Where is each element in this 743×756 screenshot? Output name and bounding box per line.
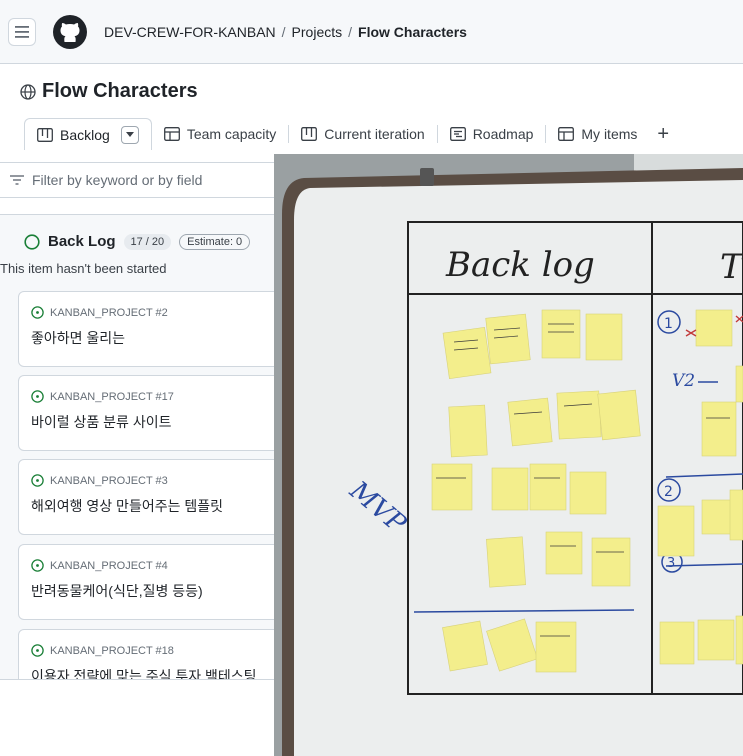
whiteboard-photo: Back log T MVP 1 2 3 V2 [274,154,743,756]
card-ref-text: KANBAN_PROJECT #2 [50,306,168,319]
card-title[interactable]: 좋아하면 울리는 [31,328,125,348]
card-reference: KANBAN_PROJECT #3 [31,474,168,487]
card-ref-text: KANBAN_PROJECT #18 [50,644,174,657]
tab-label: Roadmap [472,126,534,142]
whiteboard-illustration: Back log T MVP 1 2 3 V2 [274,154,743,756]
card-reference: KANBAN_PROJECT #18 [31,644,174,657]
board-mark-3: 3 [667,556,675,571]
issue-opened-icon [31,474,44,487]
issue-opened-icon [31,644,44,657]
board-heading-right: T [720,247,743,287]
board-card[interactable]: KANBAN_PROJECT #17 바이럴 상품 분류 사이트 [18,375,279,451]
card-title[interactable]: 반려동물케어(식단,질병 등등) [31,581,203,601]
board-card[interactable]: KANBAN_PROJECT #2 좋아하면 울리는 [18,291,279,367]
card-reference: KANBAN_PROJECT #17 [31,390,174,403]
globe-icon [20,83,36,100]
board-mark-1: 1 [664,316,673,332]
project-title-row: Flow Characters [20,80,198,103]
triangle-down-icon [125,132,134,137]
card-title[interactable]: 이용자 전략에 맞는 주식 투자 백테스팅 [31,666,257,679]
card-reference: KANBAN_PROJECT #4 [31,559,168,572]
tab-current-iteration[interactable]: Current iteration [289,118,436,150]
tab-label: Backlog [60,126,110,143]
issue-opened-icon [31,559,44,572]
card-ref-text: KANBAN_PROJECT #17 [50,390,174,403]
top-header: DEV-CREW-FOR-KANBAN / Projects / Flow Ch… [0,0,743,64]
tab-my-items[interactable]: My items [546,118,649,150]
column-header: Back Log 17 / 20 Estimate: 0 [24,233,251,250]
board-heading-left: Back log [445,245,595,285]
view-options-button[interactable] [120,125,139,144]
board-icon [301,127,318,141]
card-ref-text: KANBAN_PROJECT #3 [50,474,168,487]
board-mark-2: 2 [664,484,673,500]
breadcrumb-org-link[interactable]: DEV-CREW-FOR-KANBAN [104,24,276,40]
board-card[interactable]: KANBAN_PROJECT #18 이용자 전략에 맞는 주식 투자 백테스팅 [18,629,279,679]
column-description: This item hasn't been started [0,261,167,276]
card-title[interactable]: 바이럴 상품 분류 사이트 [31,412,171,432]
tab-team-capacity[interactable]: Team capacity [152,118,288,150]
table-icon [558,127,575,141]
issue-opened-icon [31,390,44,403]
hamburger-icon [15,26,29,38]
table-icon [163,127,180,141]
tab-backlog[interactable]: Backlog [24,118,152,150]
status-open-circle-icon [24,233,40,250]
estimate-badge: Estimate: 0 [179,233,251,250]
board-card[interactable]: KANBAN_PROJECT #4 반려동물케어(식단,질병 등등) [18,544,279,620]
breadcrumb-projects-link[interactable]: Projects [292,24,343,40]
card-reference: KANBAN_PROJECT #2 [31,306,168,319]
tab-label: Team capacity [186,126,277,142]
github-logo-icon[interactable] [52,14,88,50]
issue-opened-icon [31,306,44,319]
board-card[interactable]: KANBAN_PROJECT #3 해외여행 영상 만들어주는 템플릿 [18,459,279,535]
card-title[interactable]: 해외여행 영상 만들어주는 템플릿 [31,496,223,516]
tab-label: Current iteration [324,126,425,142]
page-title: Flow Characters [42,80,198,102]
board-icon [37,127,53,142]
breadcrumb-separator: / [348,24,353,40]
view-tabs: Backlog Team capacity Current iteration … [24,118,677,150]
breadcrumb: DEV-CREW-FOR-KANBAN / Projects / Flow Ch… [104,24,467,40]
filter-input[interactable]: Filter by keyword or by field [32,172,202,188]
card-ref-text: KANBAN_PROJECT #4 [50,559,168,572]
new-view-button[interactable]: + [649,123,677,146]
board-column-backlog: Back Log 17 / 20 Estimate: 0 This item h… [0,214,280,680]
roadmap-icon [449,127,466,141]
breadcrumb-separator: / [281,24,286,40]
filter-icon [10,175,24,185]
breadcrumb-current[interactable]: Flow Characters [358,24,467,40]
column-title: Back Log [48,233,116,250]
item-count-badge: 17 / 20 [123,233,172,250]
tab-label: My items [581,126,638,142]
menu-button[interactable] [8,18,36,46]
tab-roadmap[interactable]: Roadmap [438,118,546,150]
board-mark-v2: V2 [672,371,695,391]
filter-bar[interactable]: Filter by keyword or by field [0,162,280,198]
